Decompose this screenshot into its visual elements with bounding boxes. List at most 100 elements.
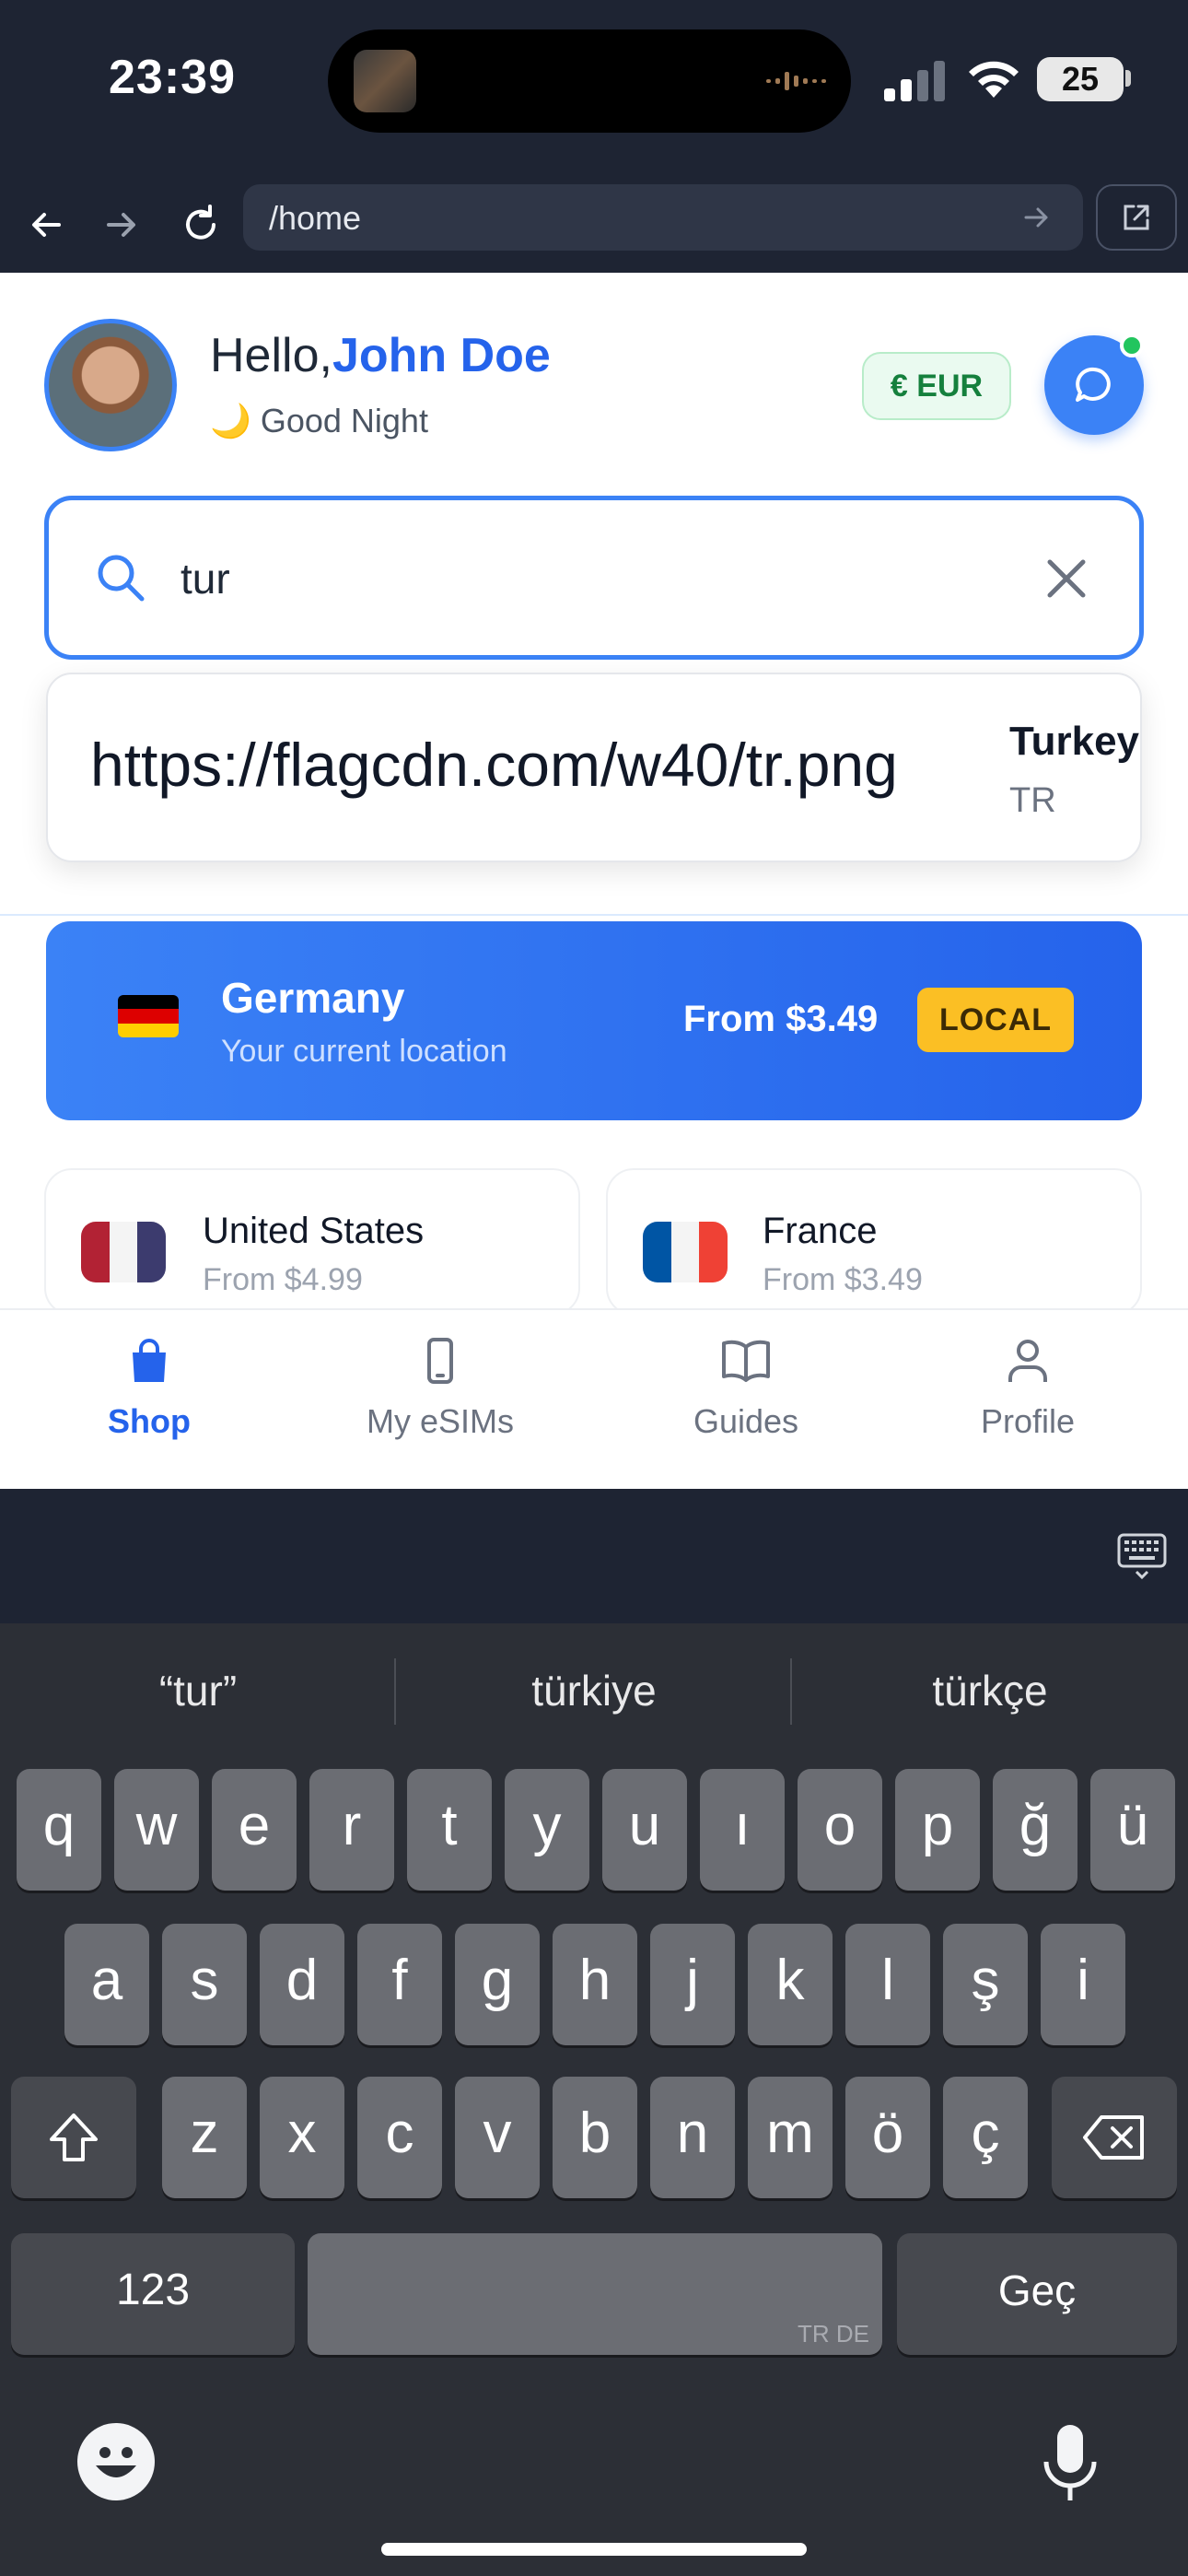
key-ç[interactable]: ç [943,2077,1028,2198]
tab-guides[interactable]: Guides [635,1336,856,1474]
key-j[interactable]: j [650,1924,735,2045]
search-input[interactable] [181,549,991,608]
emoji-button[interactable] [77,2423,155,2500]
key-h[interactable]: h [553,1924,637,2045]
shopping-bag-icon [133,1339,166,1382]
location-subtitle: Your current location [221,1034,507,1069]
address-bar-url: /home [269,199,362,237]
chat-bubble-icon [1076,367,1111,402]
battery-indicator: 25 [1037,57,1124,101]
key-e[interactable]: e [212,1769,297,1891]
search-icon [98,555,145,602]
country-name: France [763,1211,878,1251]
user-icon [1008,1340,1047,1382]
key-g[interactable]: g [455,1924,540,2045]
key-ü[interactable]: ü [1090,1769,1175,1891]
user-name: John Doe [332,329,551,382]
arrow-left-icon [32,213,61,237]
clear-search-icon[interactable] [1041,553,1092,604]
online-status-dot [1120,334,1144,357]
location-country: Germany [221,974,405,1022]
tab-my-esims[interactable]: My eSIMs [330,1336,551,1474]
battery-tip [1125,70,1131,87]
location-price: From $3.49 [683,999,879,1039]
result-flag-broken-image-alt[interactable]: https://flagcdn.com/w40/tr.png [90,730,898,800]
key-y[interactable]: y [505,1769,589,1891]
result-country-code: TR [1009,781,1056,820]
keyboard-toolbar [0,1489,1188,1623]
status-time: 23:39 [109,51,236,104]
go-arrow-icon[interactable] [1020,201,1054,234]
tab-profile[interactable]: Profile [917,1336,1138,1474]
france-flag-icon [643,1222,728,1282]
key-ı[interactable]: ı [700,1769,785,1891]
tab-label: Profile [980,1402,1076,1440]
key-i[interactable]: i [1041,1924,1125,2045]
phone-icon [427,1338,453,1384]
key-v[interactable]: v [455,2077,540,2198]
country-price: From $3.49 [763,1262,923,1297]
key-p[interactable]: p [895,1769,980,1891]
greeting-subtitle: 🌙 Good Night [210,402,428,440]
avatar[interactable] [44,319,177,451]
key-ş[interactable]: ş [943,1924,1028,2045]
backspace-icon [1083,2115,1144,2160]
key-w[interactable]: w [114,1769,199,1891]
key-c[interactable]: c [357,2077,442,2198]
forward-button[interactable] [94,197,149,252]
key-x[interactable]: x [260,2077,344,2198]
tab-shop[interactable]: Shop [39,1336,260,1474]
space-bar[interactable]: TR DE [308,2233,882,2355]
key-s[interactable]: s [162,1924,247,2045]
greeting-text: Good Night [260,402,428,439]
key-l[interactable]: l [845,1924,930,2045]
shift-icon [50,2113,98,2161]
numbers-key[interactable]: 123 [11,2233,295,2355]
address-bar[interactable] [243,184,1083,251]
key-o[interactable]: o [798,1769,882,1891]
suggestion-literal[interactable]: “tur” [0,1658,396,1723]
suggestion-turkiye[interactable]: türkiye [396,1658,792,1723]
greeting-title: Hello,John Doe [210,328,551,383]
key-m[interactable]: m [748,2077,833,2198]
key-k[interactable]: k [748,1924,833,2045]
germany-flag-icon [118,995,179,1037]
us-flag-icon [81,1222,166,1282]
tab-label: My eSIMs [366,1402,514,1440]
key-f[interactable]: f [357,1924,442,2045]
moon-icon: 🌙 [210,402,251,439]
delete-key[interactable] [1052,2077,1177,2198]
key-n[interactable]: n [650,2077,735,2198]
key-z[interactable]: z [162,2077,247,2198]
external-link-icon [1124,205,1149,230]
key-ö[interactable]: ö [845,2077,930,2198]
reload-button[interactable] [173,197,228,252]
audio-wave-icon [766,72,826,90]
tab-label: Shop [108,1402,191,1440]
home-indicator[interactable] [381,2543,807,2556]
keyboard-dismiss-icon[interactable] [1116,1529,1168,1581]
return-key[interactable]: Geç [897,2233,1177,2355]
key-t[interactable]: t [407,1769,492,1891]
key-u[interactable]: u [602,1769,687,1891]
suggestion-turkce[interactable]: türkçe [792,1658,1188,1723]
key-b[interactable]: b [553,2077,637,2198]
result-country-name[interactable]: Turkey [1009,719,1139,765]
key-a[interactable]: a [64,1924,149,2045]
key-r[interactable]: r [309,1769,394,1891]
open-external-button[interactable] [1096,184,1177,251]
local-badge: LOCAL [917,988,1074,1052]
currency-button[interactable]: € EUR [862,352,1011,420]
key-q[interactable]: q [17,1769,101,1891]
back-button[interactable] [18,197,74,252]
wifi-icon [969,61,1019,98]
microphone-icon[interactable] [1035,2421,1105,2506]
key-ğ[interactable]: ğ [993,1769,1077,1891]
country-price: From $4.99 [203,1262,363,1297]
emoji-icon [96,2447,136,2477]
shift-key[interactable] [11,2077,136,2198]
section-divider [0,914,1188,916]
greeting-prefix: Hello, [210,329,332,382]
key-d[interactable]: d [260,1924,344,2045]
country-name: United States [203,1211,425,1251]
